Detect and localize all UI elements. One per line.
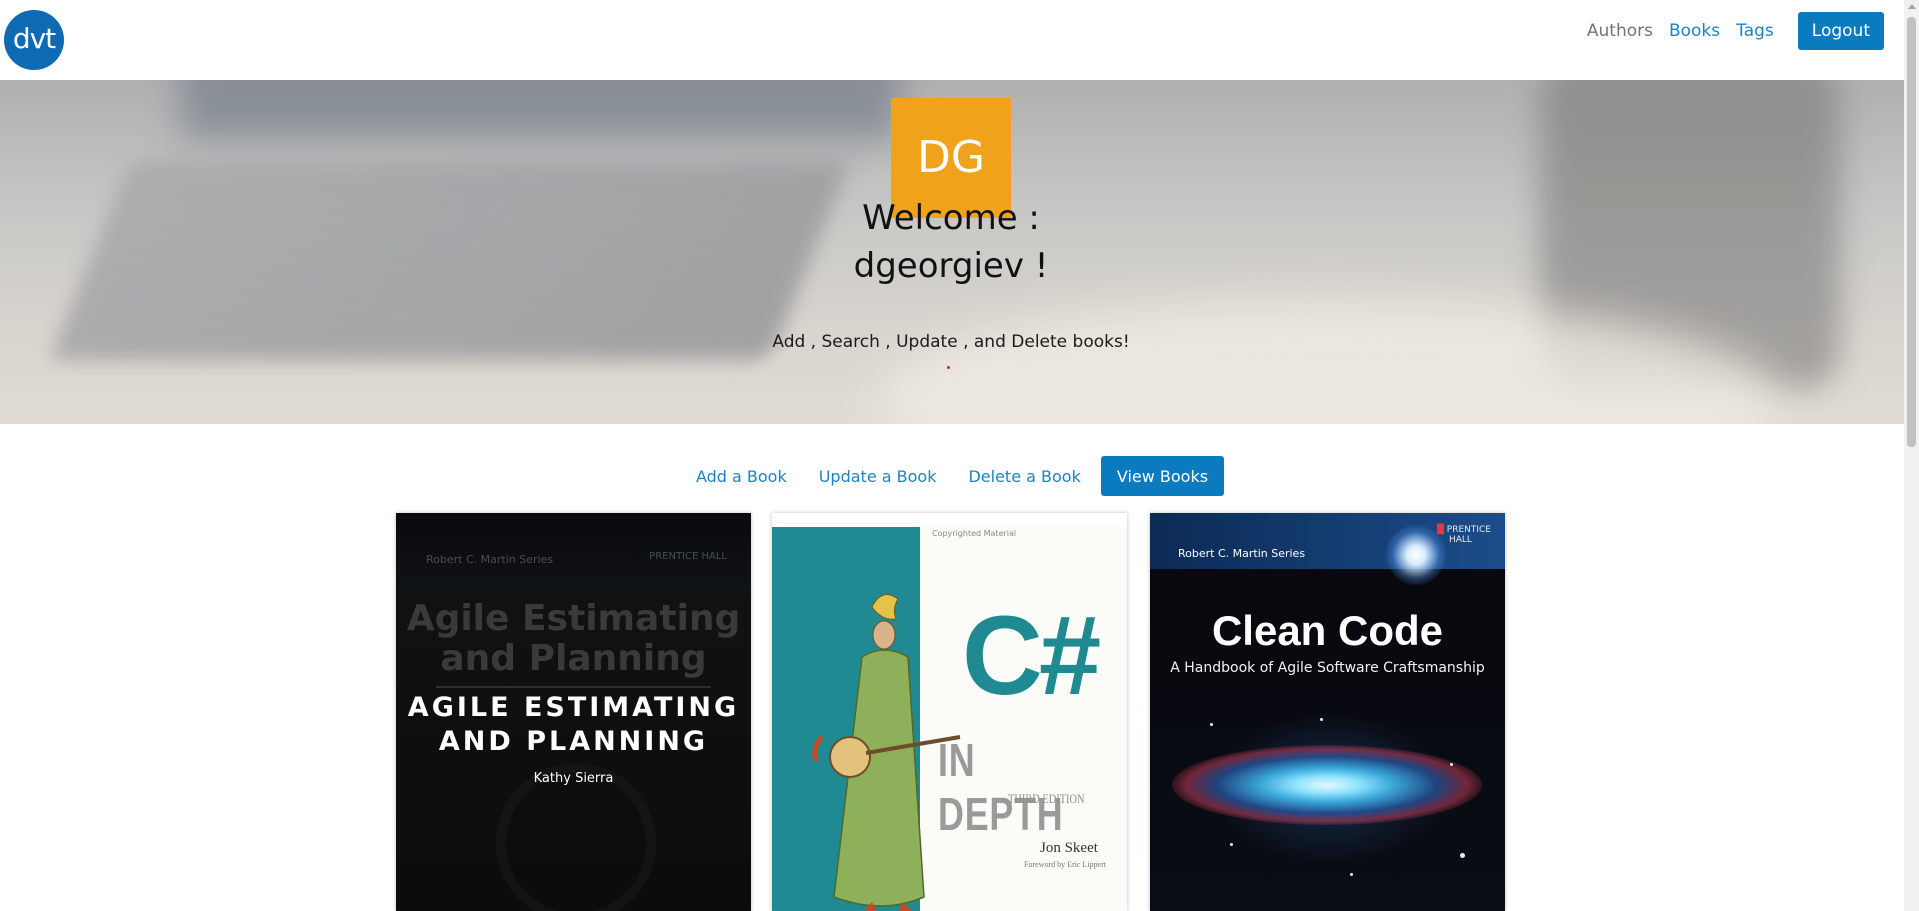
cover-publisher-text: █ PRENTICE HALL <box>1436 525 1491 545</box>
update-book-link[interactable]: Update a Book <box>803 467 953 486</box>
dvt-logo[interactable]: dvt <box>4 10 64 70</box>
cover-title-sub: IN DEPTH <box>938 734 1064 840</box>
nav-books-link[interactable]: Books <box>1669 21 1720 41</box>
nav-tags-link[interactable]: Tags <box>1736 21 1774 41</box>
cover-title-text: Clean Code <box>1211 607 1444 654</box>
hero-subtitle: Add , Search , Update , and Delete books… <box>772 332 1130 352</box>
cover-galaxy <box>1172 745 1482 825</box>
cursor-dot <box>947 366 950 369</box>
cover-foreword-text: Foreword by Eric Lippert <box>1024 860 1106 869</box>
book-card-csharp[interactable]: Copyrighted Material C# IN DEPTH THIRD E… <box>772 513 1127 911</box>
navbar: dvt Authors Books Tags Logout <box>0 0 1904 80</box>
scroll-thumb[interactable] <box>1907 17 1916 447</box>
welcome-heading: Welcome : <box>862 198 1040 238</box>
hero-banner: DG Welcome : dgeorgiev ! Add , Search , … <box>0 80 1904 424</box>
book-card-clean-code[interactable]: █ PRENTICE HALL Robert C. Martin Series … <box>1150 513 1505 911</box>
add-book-link[interactable]: Add a Book <box>680 467 803 486</box>
cover-series-text: Robert C. Martin Series <box>1178 547 1306 560</box>
cover-copyright-text: Copyrighted Material <box>932 529 1017 538</box>
page-scrollbar[interactable] <box>1904 0 1919 911</box>
nav-links: Authors Books Tags Logout <box>1571 12 1884 50</box>
cover-subtitle-text: A Handbook of Agile Software Craftsmansh… <box>1170 660 1485 676</box>
cover-title-main: C# <box>962 593 1101 718</box>
logout-button[interactable]: Logout <box>1797 12 1884 50</box>
cover-edition-text: THIRD EDITION <box>1008 791 1085 806</box>
delete-book-link[interactable]: Delete a Book <box>952 467 1096 486</box>
welcome-username: dgeorgiev ! <box>853 246 1049 286</box>
nav-authors-link[interactable]: Authors <box>1587 21 1653 41</box>
book-overlay-author: Kathy Sierra <box>533 771 614 786</box>
cover-author-text: Jon Skeet <box>1040 840 1098 856</box>
scroll-up-icon[interactable] <box>1908 4 1916 9</box>
book-actions: Add a Book Update a Book Delete a Book V… <box>0 456 1904 496</box>
view-books-button[interactable]: View Books <box>1100 456 1225 496</box>
book-overlay-title: AGILE ESTIMATING AND PLANNING <box>407 692 740 757</box>
cover-star <box>1386 525 1446 585</box>
book-card-agile[interactable]: Robert C. Martin Series PRENTICE HALL Ag… <box>396 513 751 911</box>
